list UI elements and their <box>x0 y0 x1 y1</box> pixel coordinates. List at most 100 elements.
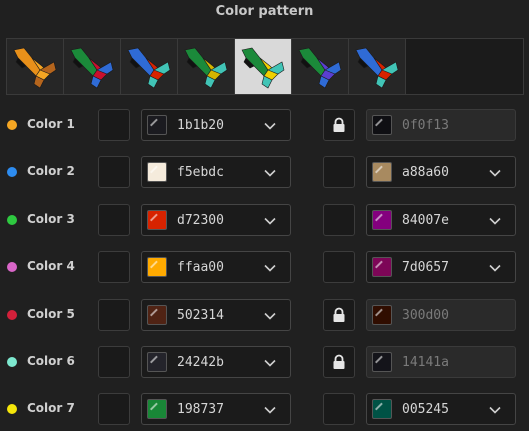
lock-icon <box>333 354 345 369</box>
color-label: Color 2 <box>27 164 75 179</box>
color-dot <box>7 404 17 415</box>
color-label: Color 5 <box>27 306 75 321</box>
hex-value: 14141a <box>402 355 449 370</box>
color-row: Color 4 ffaa00 7d0657 <box>0 250 529 284</box>
color-row: Color 2 f5ebdc a88a60 <box>0 155 529 189</box>
color-swatch <box>372 257 392 278</box>
hex-value: 24242b <box>177 355 224 370</box>
hex-value: 7d0657 <box>402 260 449 276</box>
hex-value: f5ebdc <box>177 165 224 181</box>
primary-toggle-box[interactable] <box>98 251 130 284</box>
color-label: Color 3 <box>27 211 75 226</box>
fish-tail-icon <box>127 47 171 88</box>
color-dot <box>7 262 17 273</box>
chevron-down-icon <box>264 312 276 320</box>
pattern-thumbnail-5[interactable] <box>235 39 292 94</box>
chevron-down-icon <box>264 217 276 225</box>
primary-toggle-box[interactable] <box>98 346 130 378</box>
color-row: Color 3 d72300 84007e <box>0 203 529 237</box>
secondary-color-picker[interactable]: 84007e <box>366 203 516 236</box>
chevron-down-icon <box>264 359 276 367</box>
chevron-down-icon <box>264 170 276 178</box>
color-swatch <box>372 162 392 183</box>
primary-toggle-box[interactable] <box>98 298 130 331</box>
color-label: Color 4 <box>27 259 75 274</box>
primary-toggle-box[interactable] <box>98 393 130 426</box>
hex-value: 005245 <box>402 402 449 418</box>
hex-value: 0f0f13 <box>402 118 449 133</box>
color-row: Color 1 1b1b20 0f0f13 <box>0 108 529 142</box>
chevron-down-icon <box>489 217 501 225</box>
color-swatch <box>372 209 392 230</box>
secondary-toggle-box[interactable] <box>323 393 355 426</box>
fish-tail-icon <box>298 47 342 88</box>
primary-color-picker[interactable]: 198737 <box>141 393 291 426</box>
secondary-color-picker[interactable]: 7d0657 <box>366 251 516 284</box>
color-dot <box>7 120 17 130</box>
color-row: Color 7 198737 005245 <box>0 392 529 426</box>
hex-value: d72300 <box>177 212 224 228</box>
color-swatch <box>147 304 167 325</box>
chevron-down-icon <box>489 407 501 415</box>
primary-color-picker[interactable]: 1b1b20 <box>141 109 291 141</box>
secondary-toggle-box[interactable] <box>323 156 355 189</box>
color-swatch <box>147 209 167 230</box>
color-label: Color 1 <box>27 117 75 131</box>
pattern-strip <box>6 38 524 95</box>
lock-toggle[interactable] <box>323 109 355 141</box>
hex-value: ffaa00 <box>177 260 224 276</box>
chevron-down-icon <box>489 265 501 272</box>
color-row: Color 5 502314 300d00 <box>0 298 529 332</box>
secondary-toggle-box[interactable] <box>323 203 355 236</box>
pattern-thumbnail-6[interactable] <box>292 39 349 94</box>
primary-toggle-box[interactable] <box>98 156 130 189</box>
pattern-thumbnail-7[interactable] <box>349 39 406 94</box>
primary-color-picker[interactable]: f5ebdc <box>141 156 291 189</box>
primary-color-picker[interactable]: ffaa00 <box>141 251 291 284</box>
color-swatch <box>147 399 167 420</box>
lock-icon <box>333 307 345 322</box>
pattern-thumbnail-3[interactable] <box>121 39 178 94</box>
color-dot <box>7 167 17 178</box>
color-swatch <box>147 257 167 278</box>
page-title: Color pattern <box>215 4 314 19</box>
chevron-down-icon <box>264 265 276 272</box>
hex-value: 84007e <box>402 212 449 228</box>
color-swatch <box>372 399 392 420</box>
lock-toggle[interactable] <box>323 346 355 378</box>
fish-tail-icon <box>184 47 228 88</box>
fish-tail-icon <box>13 47 57 88</box>
color-dot <box>7 357 17 367</box>
color-swatch <box>372 352 392 372</box>
color-swatch <box>372 304 392 325</box>
primary-color-picker[interactable]: d72300 <box>141 203 291 236</box>
pattern-thumbnail-1[interactable] <box>7 39 64 94</box>
fish-tail-icon <box>355 47 399 88</box>
primary-color-picker[interactable]: 502314 <box>141 298 291 331</box>
color-swatch <box>147 115 167 135</box>
secondary-toggle-box[interactable] <box>323 251 355 284</box>
secondary-color-picker: 300d00 <box>366 298 516 331</box>
hex-value: 502314 <box>177 307 224 323</box>
color-swatch <box>147 352 167 372</box>
pattern-thumbnail-4[interactable] <box>178 39 235 94</box>
color-dot <box>7 309 17 320</box>
secondary-color-picker[interactable]: 005245 <box>366 393 516 426</box>
primary-toggle-box[interactable] <box>98 109 130 141</box>
fish-tail-icon <box>70 47 114 88</box>
color-dot <box>7 214 17 225</box>
color-swatch <box>372 115 392 135</box>
chevron-down-icon <box>264 122 276 130</box>
secondary-color-picker[interactable]: a88a60 <box>366 156 516 189</box>
primary-toggle-box[interactable] <box>98 203 130 236</box>
color-swatch <box>147 162 167 183</box>
lock-icon <box>333 117 345 132</box>
lock-toggle[interactable] <box>323 298 355 331</box>
pattern-thumbnail-2[interactable] <box>64 39 121 94</box>
color-label: Color 6 <box>27 354 75 368</box>
chevron-down-icon <box>264 407 276 415</box>
primary-color-picker[interactable]: 24242b <box>141 346 291 378</box>
color-label: Color 7 <box>27 401 75 416</box>
hex-value: a88a60 <box>402 165 449 181</box>
fish-tail-icon <box>241 47 285 88</box>
